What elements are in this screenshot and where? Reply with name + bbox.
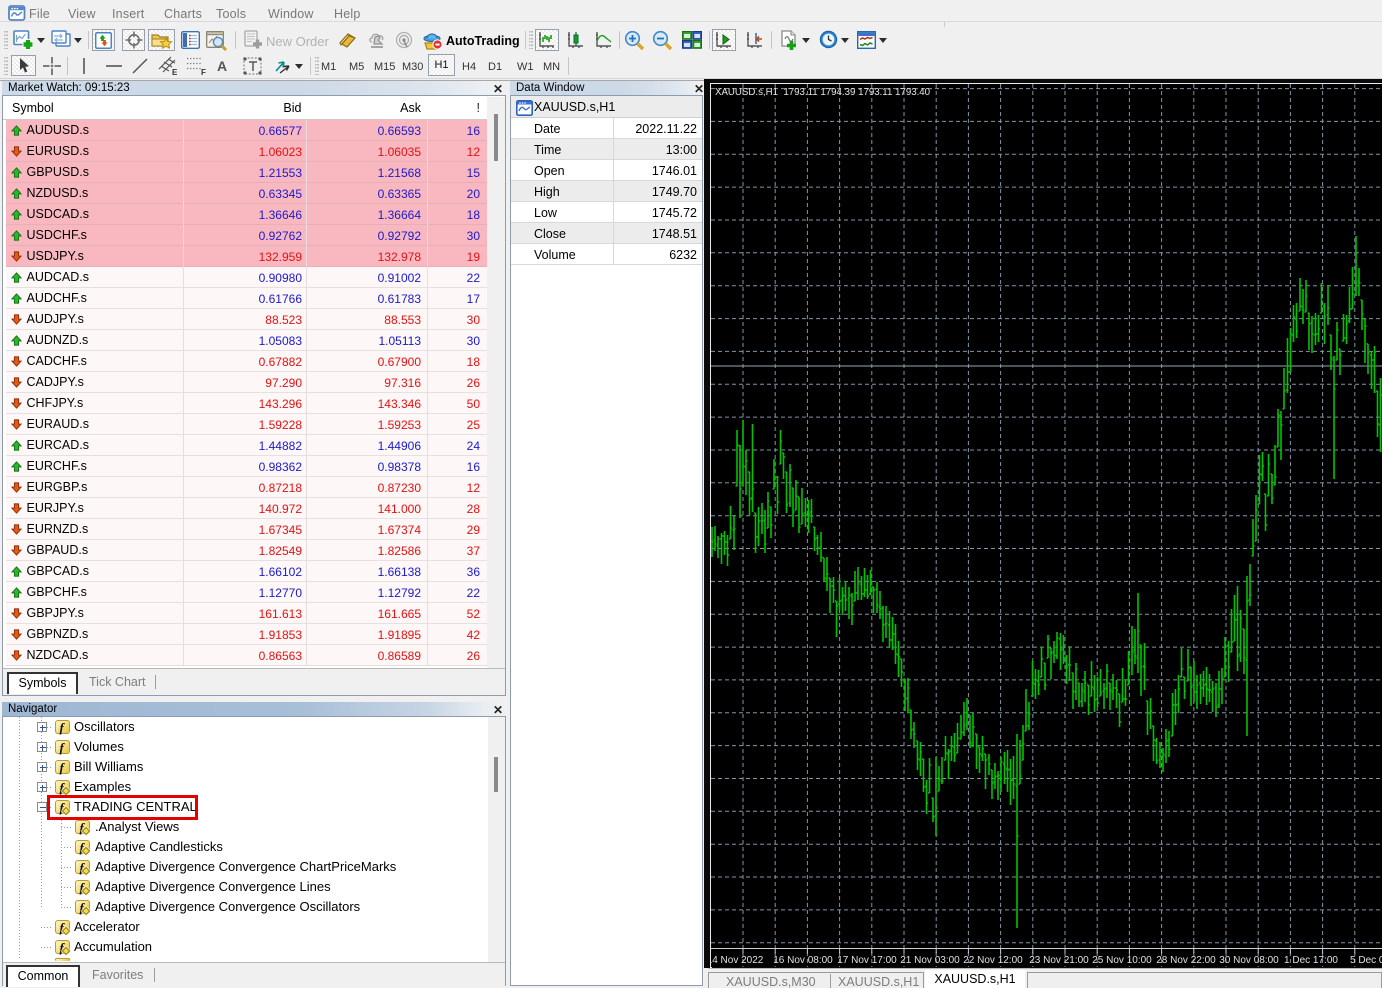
svg-text:25 Nov 10:00: 25 Nov 10:00 — [1092, 955, 1152, 966]
svg-text:22 Nov 12:00: 22 Nov 12:00 — [963, 955, 1023, 966]
svg-text:16 Nov 08:00: 16 Nov 08:00 — [773, 955, 833, 966]
svg-text:23 Nov 21:00: 23 Nov 21:00 — [1029, 955, 1089, 966]
svg-text:17 Nov 17:00: 17 Nov 17:00 — [837, 955, 897, 966]
svg-text:5 Dec 02:00: 5 Dec 02:00 — [1350, 955, 1382, 966]
svg-text:14 Nov 2022: 14 Nov 2022 — [711, 955, 764, 966]
svg-text:28 Nov 22:00: 28 Nov 22:00 — [1156, 955, 1216, 966]
svg-text:30 Nov 08:00: 30 Nov 08:00 — [1219, 955, 1279, 966]
svg-text:E: E — [172, 68, 178, 77]
svg-text:XAUUSD.s,H1 1793.11 1794.39 1: XAUUSD.s,H1 1793.11 1794.39 1793.11 1793… — [715, 87, 931, 98]
svg-text:21 Nov 03:00: 21 Nov 03:00 — [900, 955, 960, 966]
svg-text:1 Dec 17:00: 1 Dec 17:00 — [1284, 955, 1338, 966]
svg-text:F: F — [201, 68, 206, 77]
